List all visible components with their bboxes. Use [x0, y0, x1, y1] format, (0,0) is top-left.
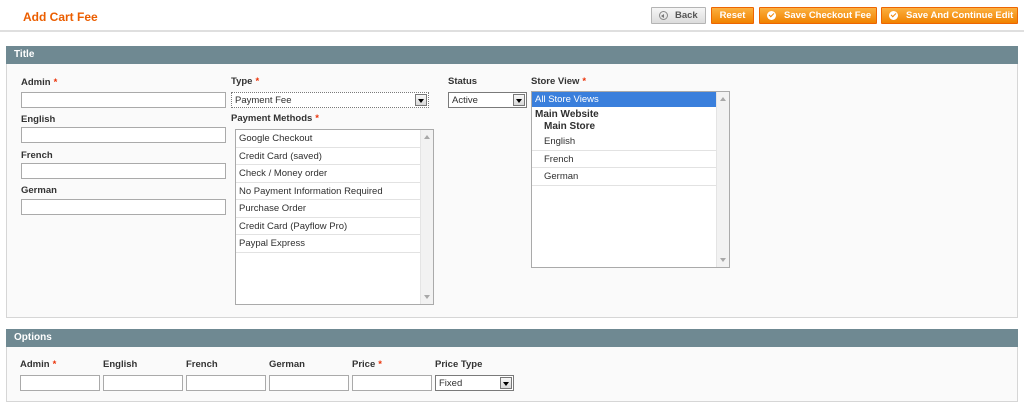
french-title-input[interactable] [21, 163, 226, 179]
check-icon [767, 11, 776, 20]
scroll-down-icon[interactable] [720, 258, 726, 262]
list-item[interactable]: Credit Card (Payflow Pro) [236, 218, 433, 235]
admin-title-label: Admin * [21, 77, 58, 88]
options-english-label: English [103, 359, 138, 370]
save-checkout-fee-label: Save Checkout Fee [784, 10, 872, 21]
save-and-continue-label: Save And Continue Edit [906, 10, 1014, 21]
scroll-down-icon[interactable] [424, 295, 430, 299]
status-select[interactable]: Active [448, 92, 527, 108]
options-english-input[interactable] [103, 375, 183, 391]
options-german-label: German [269, 359, 305, 370]
list-item[interactable]: No Payment Information Required [236, 183, 433, 200]
scroll-up-icon[interactable] [424, 135, 430, 139]
payment-methods-label: Payment Methods * [231, 113, 319, 124]
type-label: Type * [231, 76, 260, 87]
french-title-label: French [21, 150, 53, 161]
options-admin-input[interactable] [20, 375, 100, 391]
status-label: Status [448, 76, 478, 87]
list-item[interactable]: English [532, 133, 729, 151]
store-view-label: Store View * [531, 76, 587, 87]
back-button[interactable]: Back [651, 7, 706, 24]
options-french-input[interactable] [186, 375, 266, 391]
price-type-select[interactable]: Fixed [435, 375, 514, 391]
chevron-down-icon[interactable] [500, 377, 512, 389]
options-french-label: French [186, 359, 218, 370]
store-view-scrollbar[interactable] [716, 92, 729, 267]
list-item[interactable]: Paypal Express [236, 235, 433, 253]
list-item[interactable]: Credit Card (saved) [236, 148, 433, 165]
list-item[interactable]: Purchase Order [236, 200, 433, 218]
english-title-label: English [21, 114, 56, 125]
price-input[interactable] [352, 375, 432, 391]
payment-methods-scrollbar[interactable] [420, 130, 433, 304]
store-view-option-all[interactable]: All Store Views [532, 92, 729, 107]
page-title: Add Cart Fee [23, 10, 98, 24]
chevron-down-icon[interactable] [415, 94, 427, 106]
page-header: Add Cart Fee Back Reset Save Checkout Fe… [0, 0, 1024, 32]
scroll-up-icon[interactable] [720, 97, 726, 101]
admin-title-input[interactable] [21, 92, 226, 108]
options-admin-label: Admin * [20, 359, 57, 370]
type-select[interactable]: Payment Fee [231, 92, 429, 108]
price-label: Price * [352, 359, 382, 370]
list-item[interactable]: French [532, 151, 729, 168]
options-section-header: Options [6, 329, 1018, 347]
back-arrow-icon [659, 11, 668, 20]
status-select-value: Active [452, 95, 478, 106]
list-item[interactable]: Check / Money order [236, 165, 433, 183]
payment-methods-list[interactable]: Google Checkout Credit Card (saved) Chec… [235, 129, 434, 305]
price-type-label: Price Type [435, 359, 483, 370]
price-type-value: Fixed [439, 378, 463, 389]
options-german-input[interactable] [269, 375, 349, 391]
save-checkout-fee-button[interactable]: Save Checkout Fee [759, 7, 877, 24]
german-title-label: German [21, 185, 57, 196]
list-item[interactable]: German [532, 168, 729, 186]
store-view-group-store: Main Store [544, 121, 596, 132]
chevron-down-icon[interactable] [513, 94, 525, 106]
check-icon [889, 11, 898, 20]
store-view-group-website: Main Website [535, 109, 599, 120]
back-button-label: Back [675, 10, 698, 21]
type-select-value: Payment Fee [235, 95, 292, 106]
english-title-input[interactable] [21, 127, 226, 143]
save-and-continue-button[interactable]: Save And Continue Edit [881, 7, 1018, 24]
german-title-input[interactable] [21, 199, 226, 215]
reset-button[interactable]: Reset [711, 7, 754, 24]
store-view-list[interactable]: All Store Views Main Website Main Store … [531, 91, 730, 268]
list-item[interactable]: Google Checkout [236, 130, 433, 148]
title-section-header: Title [6, 46, 1018, 64]
